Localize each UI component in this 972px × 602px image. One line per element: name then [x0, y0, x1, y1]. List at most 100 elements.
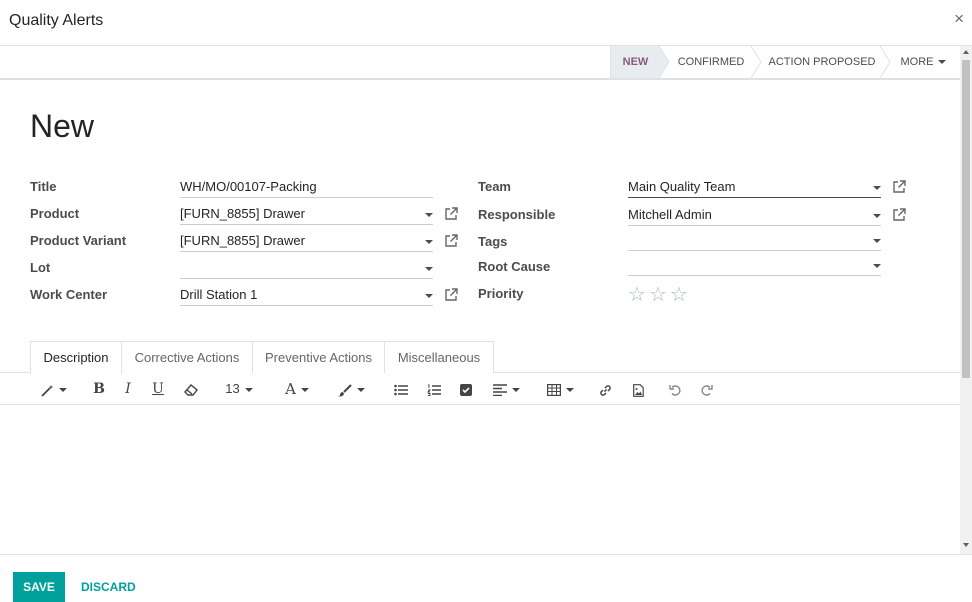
checklist-icon	[460, 384, 472, 397]
caret-down-icon	[59, 388, 67, 393]
external-link-icon[interactable]	[892, 208, 906, 222]
italic-button[interactable]: I	[120, 373, 136, 405]
stage-new[interactable]: NEW	[610, 46, 660, 78]
star-icon[interactable]: ☆	[670, 282, 691, 307]
caret-down-icon[interactable]	[873, 186, 881, 190]
align-button[interactable]	[490, 373, 522, 405]
ordered-list-icon	[426, 384, 441, 397]
undo-icon	[669, 385, 681, 396]
more-dropdown[interactable]: MORE	[893, 46, 953, 78]
bold-button[interactable]: B	[90, 373, 108, 405]
tab-miscellaneous[interactable]: Miscellaneous	[384, 341, 494, 373]
link-icon	[599, 384, 611, 396]
responsible-input[interactable]: Mitchell Admin	[628, 206, 881, 226]
caret-down-icon[interactable]	[873, 214, 881, 218]
label-work-center: Work Center	[30, 287, 108, 302]
root-cause-input[interactable]	[628, 256, 881, 276]
font-size-value: 13	[225, 381, 240, 396]
external-link-icon[interactable]	[444, 207, 458, 221]
stage-arrow-icon	[751, 46, 762, 78]
label-root-cause: Root Cause	[478, 259, 551, 274]
label-product: Product	[30, 206, 80, 221]
caret-down-icon[interactable]	[425, 213, 433, 217]
status-bar: NEW CONFIRMED ACTION PROPOSED MORE	[0, 46, 960, 80]
magic-wand-icon	[41, 384, 53, 397]
image-button[interactable]	[630, 373, 646, 405]
stage-arrow-icon	[880, 46, 891, 78]
scroll-thumb[interactable]	[962, 60, 970, 378]
stage-action-proposed[interactable]: ACTION PROPOSED	[764, 46, 880, 78]
italic-icon: I	[125, 381, 131, 397]
link-button[interactable]	[597, 373, 613, 405]
unordered-list-icon	[394, 384, 408, 396]
font-color-button[interactable]: A	[281, 373, 313, 405]
star-icon[interactable]: ☆	[649, 282, 670, 307]
responsible-value: Mitchell Admin	[628, 207, 712, 222]
work-center-value: Drill Station 1	[180, 287, 258, 302]
redo-button[interactable]	[699, 373, 715, 405]
ordered-list-button[interactable]	[425, 373, 443, 405]
table-button[interactable]	[544, 373, 576, 405]
underline-icon: U	[152, 381, 164, 397]
eraser-icon	[184, 384, 198, 396]
unordered-list-button[interactable]	[392, 373, 410, 405]
align-icon	[492, 384, 507, 397]
product-value: [FURN_8855] Drawer	[180, 206, 305, 221]
eraser-button[interactable]	[182, 373, 200, 405]
label-team: Team	[478, 179, 511, 194]
notebook-tabs: Description Corrective Actions Preventiv…	[0, 341, 960, 374]
editor-toolbar: B I U 13 A	[0, 373, 960, 405]
caret-down-icon[interactable]	[873, 264, 881, 268]
paint-brush-icon	[337, 384, 352, 397]
highlight-button[interactable]	[335, 373, 367, 405]
star-icon[interactable]: ☆	[628, 282, 649, 307]
bold-icon: B	[93, 381, 105, 397]
stage-arrow-icon	[659, 46, 670, 78]
external-link-icon[interactable]	[444, 234, 458, 248]
font-color-icon: A	[285, 380, 296, 398]
save-button[interactable]: SAVE	[13, 572, 65, 602]
label-title: Title	[30, 179, 57, 194]
undo-button[interactable]	[667, 373, 683, 405]
work-center-input[interactable]: Drill Station 1	[180, 286, 433, 306]
lot-input[interactable]	[180, 259, 433, 279]
more-label: MORE	[900, 56, 934, 68]
record-name: New	[30, 108, 95, 144]
tags-input[interactable]	[628, 231, 881, 251]
tab-description[interactable]: Description	[30, 341, 122, 374]
checklist-button[interactable]	[458, 373, 474, 405]
image-icon	[632, 383, 644, 397]
scroll-up-icon[interactable]	[963, 50, 969, 54]
scrollbar[interactable]	[960, 46, 972, 554]
team-value: Main Quality Team	[628, 179, 736, 194]
product-variant-input[interactable]: [FURN_8855] Drawer	[180, 232, 433, 252]
table-icon	[546, 384, 561, 397]
tab-corrective-actions[interactable]: Corrective Actions	[121, 341, 253, 373]
title-input[interactable]: WH/MO/00107-Packing	[180, 178, 433, 198]
modal-title: Quality Alerts	[9, 12, 104, 29]
description-editor[interactable]	[0, 406, 960, 554]
close-icon[interactable]: ×	[954, 9, 964, 29]
priority-stars[interactable]: ☆☆☆	[628, 282, 691, 307]
caret-down-icon	[300, 388, 309, 392]
external-link-icon[interactable]	[444, 288, 458, 302]
scroll-down-icon[interactable]	[963, 543, 969, 547]
underline-button[interactable]: U	[149, 373, 167, 405]
product-input[interactable]: [FURN_8855] Drawer	[180, 205, 433, 225]
caret-down-icon	[244, 387, 253, 392]
caret-down-icon[interactable]	[873, 239, 881, 243]
magic-wand-button[interactable]	[38, 373, 70, 405]
discard-button[interactable]: DISCARD	[81, 572, 136, 602]
font-size-dropdown[interactable]: 13	[222, 373, 256, 405]
caret-down-icon[interactable]	[425, 267, 433, 271]
caret-down-icon[interactable]	[425, 294, 433, 298]
caret-down-icon	[356, 388, 365, 393]
external-link-icon[interactable]	[892, 180, 906, 194]
caret-down-icon	[565, 388, 574, 393]
label-responsible: Responsible	[478, 207, 556, 222]
tab-preventive-actions[interactable]: Preventive Actions	[252, 341, 385, 373]
caret-down-icon[interactable]	[425, 240, 433, 244]
product-variant-value: [FURN_8855] Drawer	[180, 233, 305, 248]
team-input[interactable]: Main Quality Team	[628, 178, 881, 198]
stage-confirmed[interactable]: CONFIRMED	[672, 46, 750, 78]
